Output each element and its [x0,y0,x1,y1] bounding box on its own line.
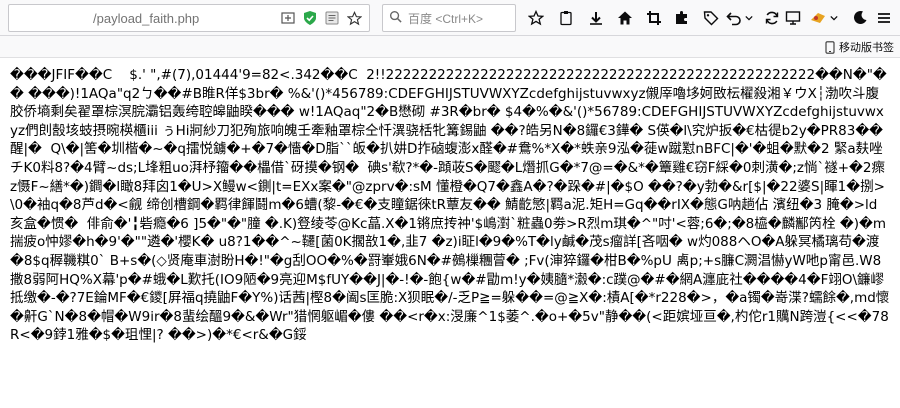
screenshot-button[interactable] [642,6,666,30]
extension-icon [676,11,687,24]
shield-icon[interactable] [301,9,319,27]
page-content: ���JFIF��C $.' ",#(7),01444'9=82<.342��C… [0,58,900,408]
search-placeholder: 百度 <Ctrl+K> [408,11,484,26]
url-path: /payload_faith.php [93,10,200,26]
extension-button[interactable] [670,6,694,30]
chevron-down-icon [745,15,753,21]
mobile-bookmarks-folder[interactable]: 移动版书签 [825,39,894,55]
download-icon [590,12,602,25]
chevron-down-icon [830,15,838,21]
addon-icon [811,13,825,23]
undo-icon [726,12,741,26]
tag-icon [703,11,719,26]
undo-dropdown-button[interactable] [742,6,756,30]
tag-button[interactable] [699,6,723,30]
raw-binary-text: ���JFIF��C $.' ",#(7),01444'9=82<.342��C… [10,67,890,344]
reader-view-icon[interactable] [323,9,341,27]
search-bar[interactable]: 百度 <Ctrl+K> [382,4,516,32]
page-actions-icon[interactable] [279,9,297,27]
search-icon [389,10,402,26]
library-button[interactable] [554,6,578,30]
mobile-phone-icon [825,40,835,54]
home-icon [618,11,632,25]
bookmarks-toolbar: 移动版书签 [0,36,900,58]
downloads-button[interactable] [584,6,608,30]
moon-icon [854,11,867,24]
browser-toolbar: /payload_faith.php 百度 <Ctrl+K> [0,0,900,36]
url-bar[interactable]: /payload_faith.php [8,4,370,32]
url-host [15,11,93,26]
nightmode-button[interactable] [848,6,872,30]
monitor-icon [785,11,801,25]
menu-button[interactable] [872,6,896,30]
addon-button[interactable] [806,6,830,30]
mobile-bookmarks-label: 移动版书签 [839,42,894,54]
hamburger-menu-icon [878,13,890,23]
bookmark-star-icon[interactable] [345,9,363,27]
monitor-button[interactable] [781,6,805,30]
clipboard-icon [560,11,572,26]
addon-dropdown-button[interactable] [828,6,840,30]
sync-icon [765,11,779,25]
star-icon [528,10,544,26]
crop-icon [647,11,661,25]
home-button[interactable] [613,6,637,30]
bookmark-star-button[interactable] [524,6,548,30]
